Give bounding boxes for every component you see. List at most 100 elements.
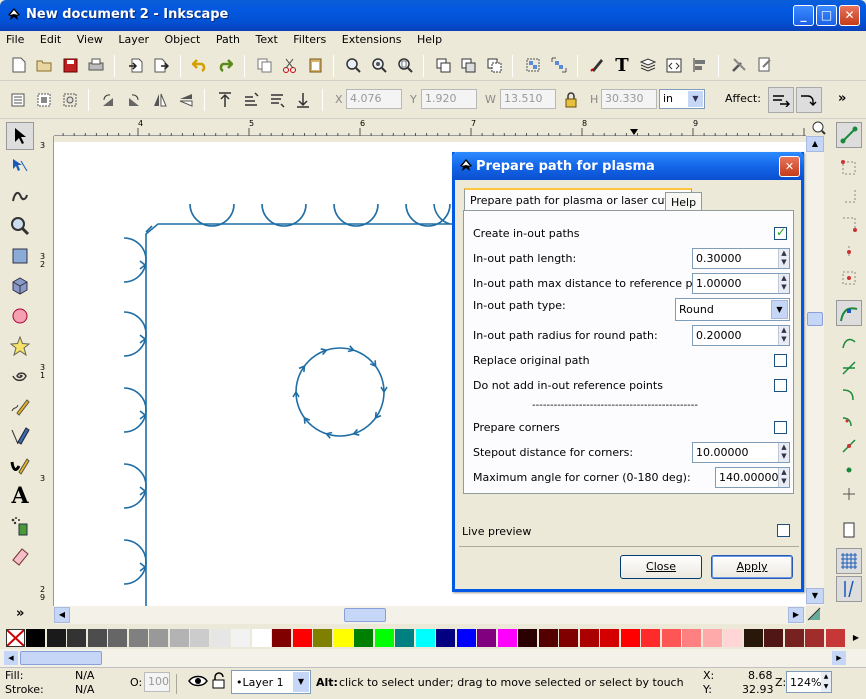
dialog-title-bar[interactable]: Prepare path for plasma ✕ — [452, 152, 804, 180]
color-swatch[interactable] — [108, 629, 127, 647]
ellipse-tool-icon[interactable] — [6, 302, 34, 330]
color-swatch[interactable] — [374, 629, 394, 647]
layers-icon[interactable] — [637, 54, 659, 76]
pen-tool-icon[interactable] — [6, 422, 34, 450]
color-swatch[interactable] — [723, 629, 742, 647]
color-swatch[interactable] — [313, 629, 332, 647]
lock-ratio-icon[interactable] — [560, 89, 582, 111]
vertical-scrollbar[interactable]: ▲ ▼ — [806, 136, 824, 606]
select-all-layers-icon[interactable] — [33, 89, 55, 111]
spin-arrows-icon[interactable]: ▲ ▼ — [778, 468, 789, 487]
color-swatch[interactable] — [518, 629, 537, 647]
lower-icon[interactable] — [266, 89, 288, 111]
toolbox-more-icon[interactable]: » — [16, 606, 24, 621]
color-swatch[interactable] — [354, 629, 373, 647]
unit-select[interactable]: in ▼ — [659, 89, 705, 109]
snap-nodes-icon[interactable] — [836, 300, 862, 326]
menu-file[interactable]: File — [0, 31, 30, 46]
horizontal-scroll-thumb[interactable] — [344, 608, 386, 622]
text-tool-icon[interactable]: A — [6, 482, 34, 510]
color-swatch[interactable] — [292, 629, 312, 647]
color-swatch[interactable] — [702, 629, 722, 647]
palette-scroll-left-icon[interactable]: ◀ — [4, 651, 18, 665]
color-swatch[interactable] — [415, 629, 435, 647]
rotate-cw-icon[interactable] — [123, 89, 145, 111]
layer-lock-icon[interactable] — [211, 672, 227, 692]
menu-extensions[interactable]: Extensions — [336, 31, 408, 46]
undo-icon[interactable] — [189, 54, 211, 76]
clone-icon[interactable] — [457, 54, 479, 76]
menu-object[interactable]: Object — [159, 31, 207, 46]
color-swatch[interactable] — [67, 629, 86, 647]
save-icon[interactable] — [59, 54, 81, 76]
color-swatch[interactable] — [743, 629, 763, 647]
no-paint-swatch-icon[interactable] — [6, 629, 25, 647]
vertical-scroll-thumb[interactable] — [807, 312, 823, 326]
unlink-clone-icon[interactable] — [483, 54, 505, 76]
y-field[interactable]: 1.920 — [421, 89, 477, 109]
dialog-close-icon[interactable]: ✕ — [779, 156, 800, 177]
inout-type-select[interactable]: Round ▼ — [675, 298, 790, 321]
snap-intersections-icon[interactable] — [841, 360, 857, 376]
scroll-right-icon[interactable]: ▶ — [788, 607, 804, 623]
tweak-tool-icon[interactable] — [6, 182, 34, 210]
snap-grids-icon[interactable] — [836, 548, 862, 574]
inout-maxdist-input[interactable]: 1.00000 ▲ ▼ — [692, 273, 790, 294]
copy-icon[interactable] — [253, 54, 275, 76]
group-icon[interactable] — [522, 54, 544, 76]
open-file-icon[interactable] — [33, 54, 55, 76]
tab-prepare-path[interactable]: Prepare path for plasma or laser cuters — [464, 188, 692, 212]
horizontal-scrollbar[interactable]: ◀ ▶ — [54, 606, 806, 624]
menu-edit[interactable]: Edit — [34, 31, 67, 46]
minimize-button[interactable]: _ — [793, 5, 814, 26]
w-field[interactable]: 13.510 — [500, 89, 556, 109]
snap-bbox-center-icon[interactable] — [841, 270, 857, 286]
raise-to-top-icon[interactable] — [214, 89, 236, 111]
zoom-field[interactable]: 124% ▲ ▼ — [786, 671, 832, 693]
color-swatch[interactable] — [559, 629, 578, 647]
color-swatch[interactable] — [456, 629, 476, 647]
color-swatch[interactable] — [620, 629, 640, 647]
create-inout-checkbox[interactable] — [774, 225, 787, 240]
menu-path[interactable]: Path — [210, 31, 246, 46]
color-swatch[interactable] — [764, 629, 783, 647]
snap-bbox-corner-icon[interactable] — [841, 216, 857, 232]
zoom-tool-icon[interactable] — [6, 212, 34, 240]
inout-radius-input[interactable]: 0.20000 ▲ ▼ — [692, 325, 790, 346]
zoom-selection-icon[interactable] — [342, 54, 364, 76]
replace-original-checkbox[interactable] — [774, 354, 787, 367]
spin-arrows-icon[interactable]: ▲ ▼ — [778, 274, 789, 293]
menu-text[interactable]: Text — [250, 31, 284, 46]
color-swatch[interactable] — [333, 629, 353, 647]
3d-box-tool-icon[interactable] — [6, 272, 34, 300]
snap-bbox-midpoint-icon[interactable] — [841, 244, 857, 260]
palette-scrollbar[interactable]: ◀ ▶ — [0, 649, 866, 667]
import-icon[interactable] — [124, 54, 146, 76]
pencil-tool-icon[interactable] — [6, 392, 34, 420]
color-swatch[interactable] — [682, 629, 701, 647]
menu-layer[interactable]: Layer — [112, 31, 155, 46]
flip-horizontal-icon[interactable] — [149, 89, 171, 111]
snap-guide-lines-icon[interactable] — [836, 576, 862, 602]
snap-guides-icon[interactable] — [841, 486, 857, 502]
color-swatch[interactable] — [210, 629, 230, 647]
color-swatch[interactable] — [497, 629, 517, 647]
color-swatch[interactable] — [641, 629, 660, 647]
color-swatch[interactable] — [128, 629, 148, 647]
color-swatch[interactable] — [784, 629, 804, 647]
selector-tool-icon[interactable] — [6, 122, 34, 150]
eye-visibility-icon[interactable] — [188, 672, 208, 692]
snap-object-centers-icon[interactable] — [841, 438, 857, 454]
opacity-field[interactable]: 100 — [144, 672, 170, 692]
print-icon[interactable] — [85, 54, 107, 76]
cut-icon[interactable] — [278, 54, 300, 76]
rectangle-tool-icon[interactable] — [6, 242, 34, 270]
calligraphy-tool-icon[interactable] — [6, 452, 34, 480]
eraser-tool-icon[interactable] — [6, 542, 34, 570]
rotate-ccw-icon[interactable] — [97, 89, 119, 111]
palette-scroll-right-icon[interactable]: ▶ — [832, 651, 846, 665]
duplicate-icon[interactable] — [432, 54, 454, 76]
flip-vertical-icon[interactable] — [175, 89, 197, 111]
color-swatch[interactable] — [46, 629, 66, 647]
spray-tool-icon[interactable] — [6, 512, 34, 540]
